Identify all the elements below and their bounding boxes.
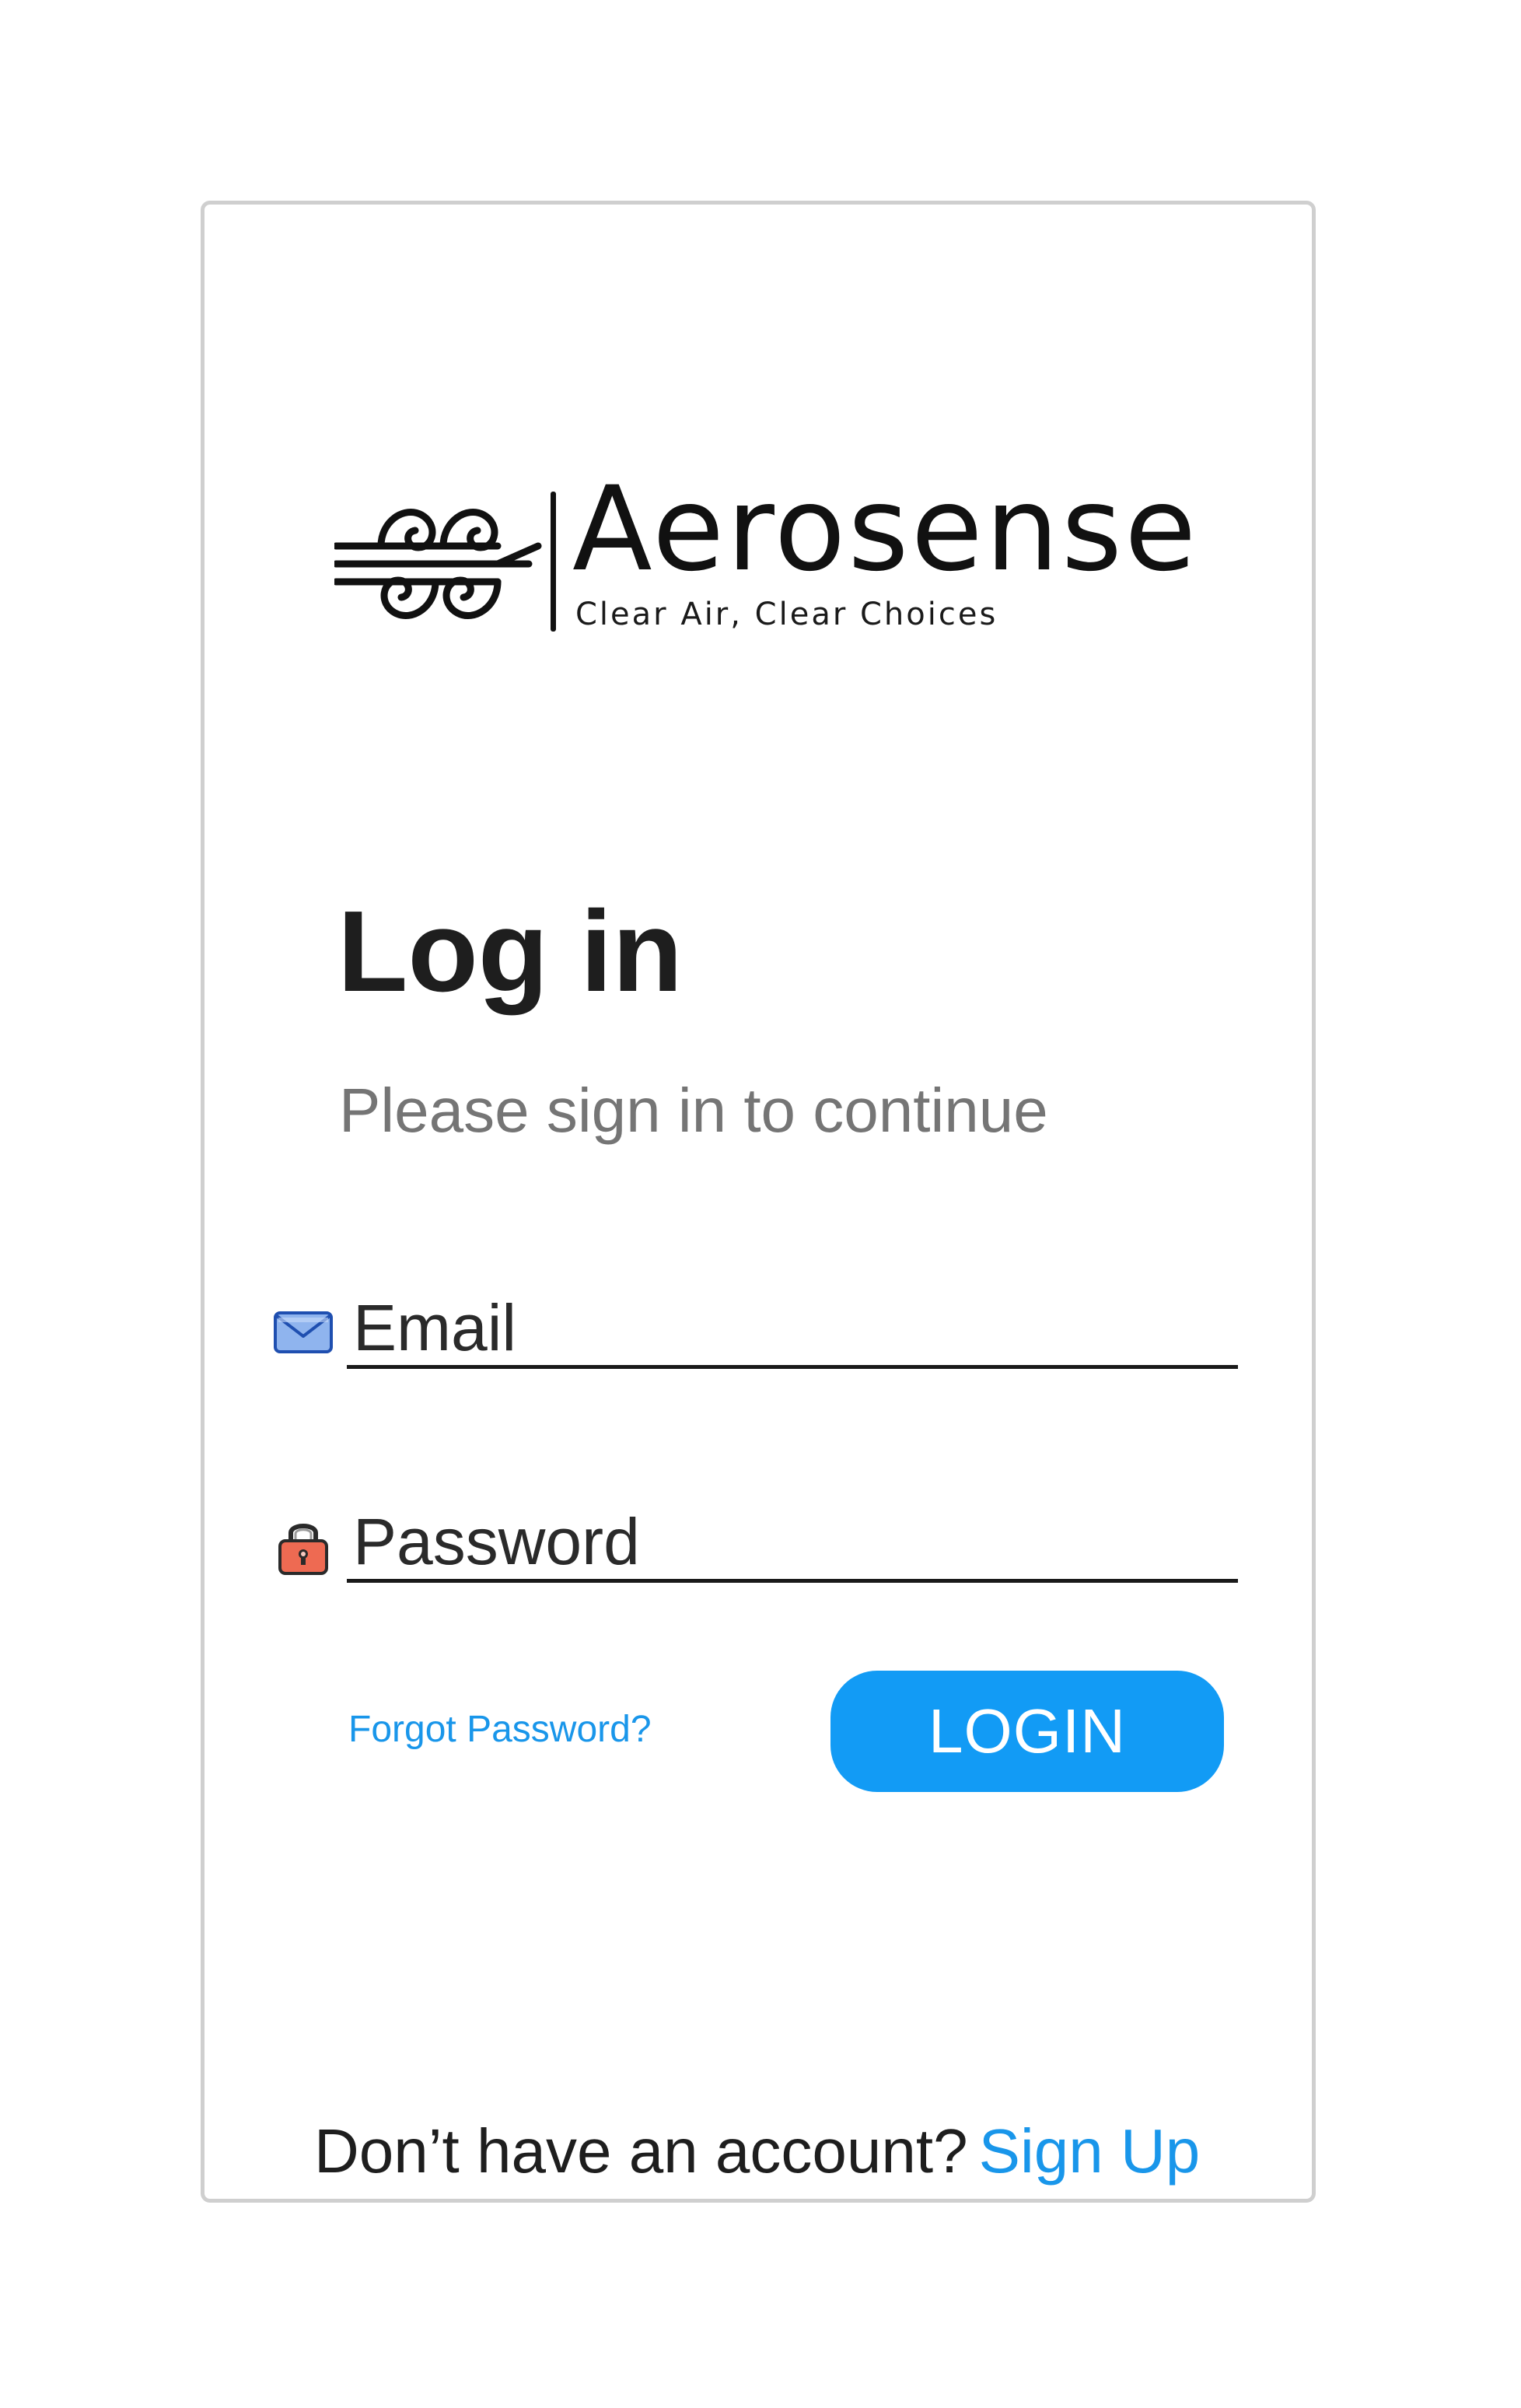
brand-name: Aerosense bbox=[572, 462, 1199, 597]
envelope-icon bbox=[274, 1311, 333, 1353]
email-input[interactable] bbox=[347, 1294, 1238, 1369]
lock-icon bbox=[278, 1524, 328, 1575]
signup-row: Don’t have an account? Sign Up bbox=[314, 2120, 1200, 2182]
page-subtitle: Please sign in to continue bbox=[339, 1076, 1048, 1145]
wind-swirl-icon bbox=[334, 509, 542, 619]
brand-tagline: Clear Air, Clear Choices bbox=[575, 597, 998, 632]
brand-logo: Aerosense Clear Air, Clear Choices bbox=[334, 471, 1229, 646]
login-button[interactable]: LOGIN bbox=[830, 1671, 1224, 1792]
email-field-group bbox=[272, 1283, 1238, 1369]
password-field-group bbox=[272, 1497, 1238, 1583]
password-input[interactable] bbox=[347, 1508, 1238, 1583]
forgot-password-link[interactable]: Forgot Password? bbox=[348, 1708, 652, 1751]
page-title: Log in bbox=[337, 887, 683, 1016]
signup-prompt: Don’t have an account? bbox=[314, 2116, 968, 2186]
signup-link[interactable]: Sign Up bbox=[979, 2116, 1201, 2186]
logo-divider bbox=[551, 492, 556, 632]
